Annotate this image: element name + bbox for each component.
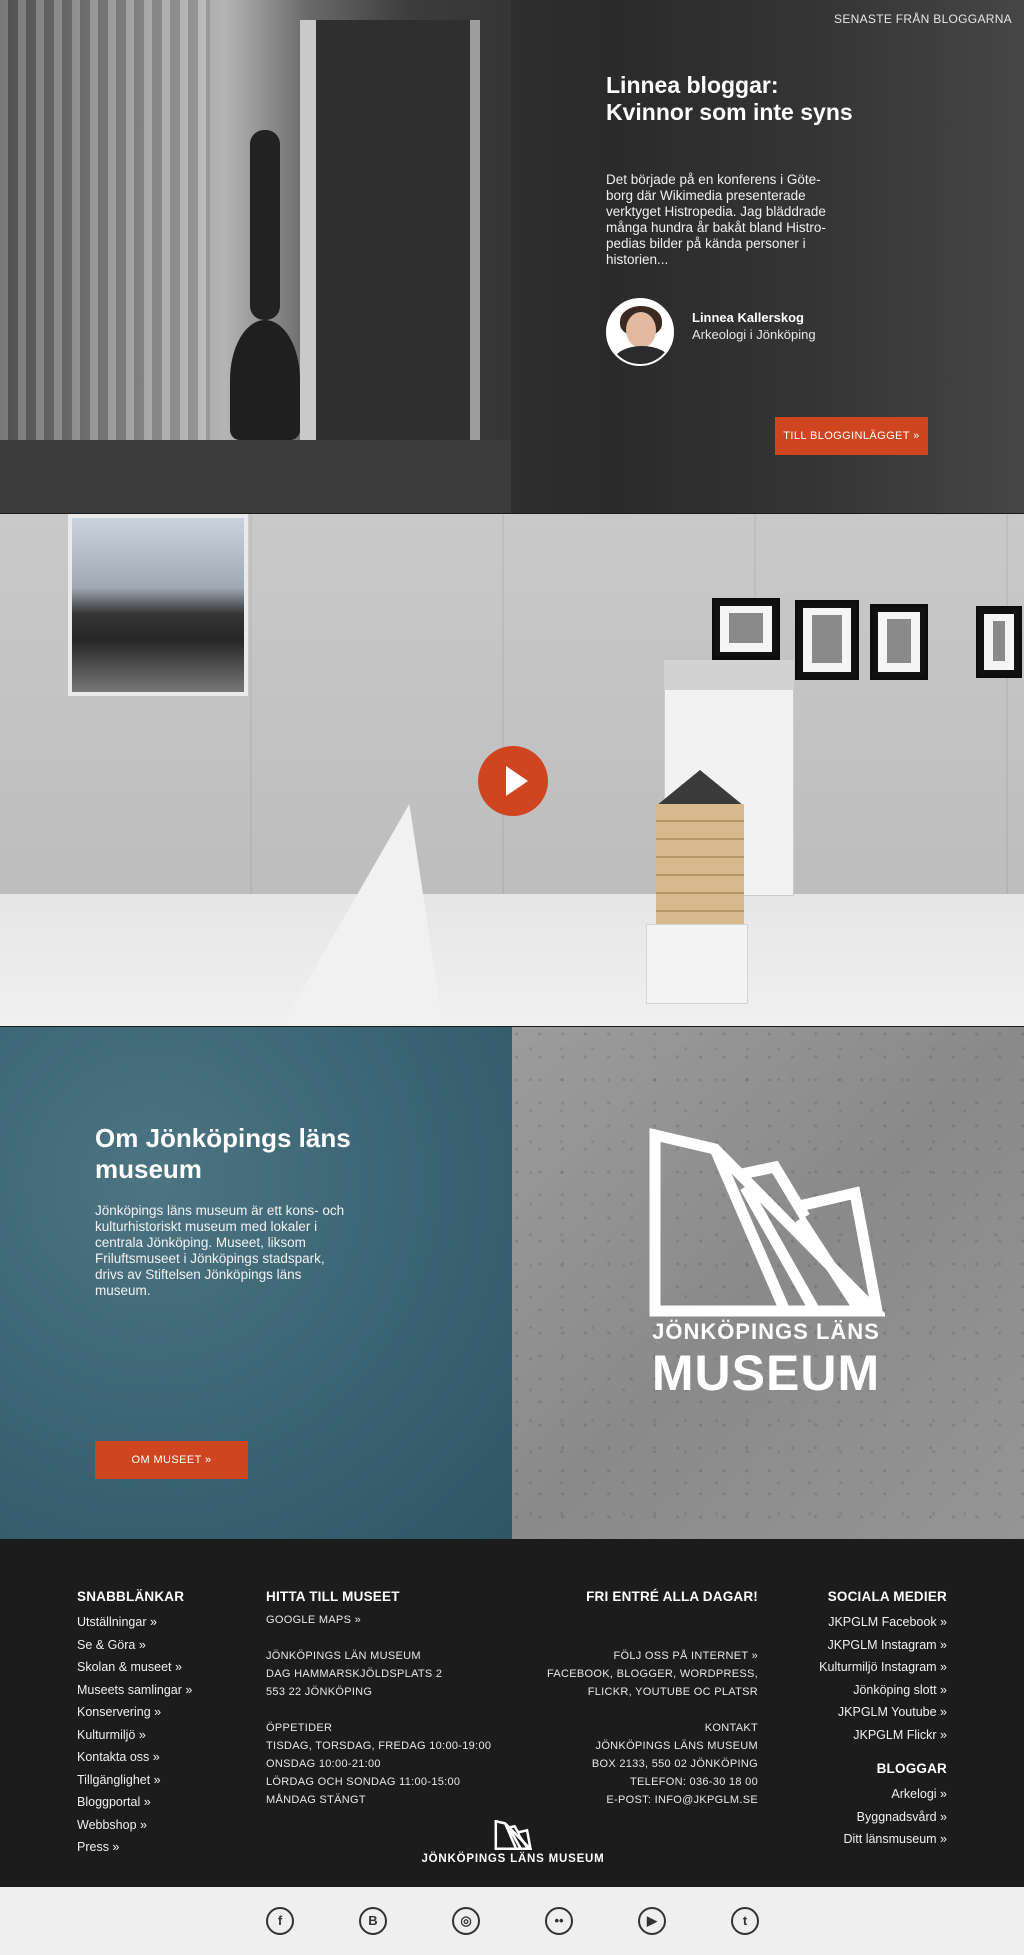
- directions-column: HITTA TILL MUSEET GOOGLE MAPS » JÖNKÖPIN…: [266, 1589, 491, 1809]
- footer: SNABBLÄNKAR Utställningar » Se & Göra » …: [0, 1539, 1024, 1887]
- logo-text-line2: MUSEUM: [651, 1345, 881, 1401]
- about-museum-button[interactable]: OM MUSEET »: [95, 1441, 248, 1479]
- contact-email[interactable]: E-POST: INFO@JKPGLM.SE: [547, 1791, 758, 1809]
- tumblr-icon[interactable]: t: [731, 1907, 759, 1935]
- hours-line: ONSDAG 10:00-21:00: [266, 1758, 381, 1770]
- background-photo-floor: [0, 440, 512, 513]
- blog-kicker: SENASTE FRÅN BLOGGARNA: [834, 12, 1012, 26]
- social-heading: SOCIALA MEDIER: [827, 1589, 947, 1604]
- youtube-icon[interactable]: ▶: [638, 1907, 666, 1935]
- quicklink[interactable]: Skolan & museet »: [77, 1656, 192, 1679]
- video-still-painting: [68, 514, 248, 696]
- author-role: Arkeologi i Jönköping: [692, 327, 816, 342]
- social-column: SOCIALA MEDIER JKPGLM Facebook » JKPGLM …: [819, 1589, 947, 1851]
- play-icon[interactable]: [478, 746, 548, 816]
- social-link[interactable]: JKPGLM Flickr »: [819, 1724, 947, 1747]
- google-maps-link[interactable]: GOOGLE MAPS »: [266, 1611, 491, 1629]
- blog-title[interactable]: Linnea bloggar: Kvinnor som inte syns: [606, 72, 866, 126]
- author-name: Linnea Kallerskog: [692, 310, 804, 325]
- social-link[interactable]: Kulturmiljö Instagram »: [819, 1656, 947, 1679]
- video-still-plinth: [646, 924, 748, 1004]
- blog-link[interactable]: Arkelogi »: [819, 1783, 947, 1806]
- hours-line: LÖRDAG OCH SONDAG 11:00-15:00: [266, 1776, 461, 1788]
- blogger-icon[interactable]: B: [359, 1907, 387, 1935]
- entry-column: FRI ENTRÉ ALLA DAGAR! FÖLJ OSS PÅ INTERN…: [547, 1589, 758, 1809]
- follow-line: FLICKR, YOUTUBE OC PLATSR: [587, 1686, 758, 1698]
- quicklink[interactable]: Kontakta oss »: [77, 1746, 192, 1769]
- about-section: Om Jönköpings läns museum Jönköpings län…: [0, 1027, 1024, 1539]
- address-line: DAG HAMMARSKJÖLDSPLATS 2: [266, 1668, 443, 1680]
- video-still-frame: [795, 600, 859, 680]
- blog-hero: SENASTE FRÅN BLOGGARNA Linnea bloggar: K…: [0, 0, 1024, 513]
- blog-link[interactable]: Byggnadsvård »: [819, 1806, 947, 1829]
- address-line: JÖNKÖPINGS LÄN MUSEUM: [266, 1650, 421, 1662]
- background-photo-statue: [250, 130, 280, 320]
- blogs-heading: BLOGGAR: [876, 1761, 947, 1776]
- directions-heading: HITTA TILL MUSEET: [266, 1589, 400, 1604]
- hours-line: TISDAG, TORSDAG, FREDAG 10:00-19:00: [266, 1740, 492, 1752]
- quicklink[interactable]: Konservering »: [77, 1701, 192, 1724]
- background-photo-doorway: [300, 20, 480, 440]
- author-avatar: [606, 298, 674, 366]
- video-still-floor: [0, 894, 1024, 1026]
- quicklink[interactable]: Museets samlingar »: [77, 1679, 192, 1702]
- background-photo-pedestal: [230, 320, 300, 440]
- video-still-frame: [976, 606, 1022, 678]
- contact-line: KONTAKT: [704, 1722, 758, 1734]
- social-link[interactable]: Jönköping slott »: [819, 1679, 947, 1702]
- follow-line: FACEBOOK, BLOGGER, WORDPRESS,: [546, 1668, 758, 1680]
- footer-logo-icon: [494, 1820, 532, 1850]
- quicklink[interactable]: Utställningar »: [77, 1611, 192, 1634]
- quicklink[interactable]: Kulturmiljö »: [77, 1724, 192, 1747]
- logo-text-line1: JÖNKÖPINGS LÄNS: [652, 1319, 880, 1344]
- entry-heading: FRI ENTRÉ ALLA DAGAR!: [586, 1589, 758, 1604]
- video-still-frame: [712, 598, 780, 660]
- social-link[interactable]: JKPGLM Youtube »: [819, 1701, 947, 1724]
- quicklink[interactable]: Webbshop »: [77, 1814, 192, 1837]
- background-photo-curtain: [0, 0, 210, 513]
- read-blog-post-button[interactable]: TILL BLOGGINLÄGGET »: [775, 417, 928, 455]
- video-still-wood-blocks: [656, 804, 744, 926]
- blog-excerpt: Det började på en konferens i Göte-borg …: [606, 172, 826, 267]
- footer-logo[interactable]: JÖNKÖPINGS LÄNS MUSEUM: [419, 1820, 607, 1865]
- quicklinks-column: SNABBLÄNKAR Utställningar » Se & Göra » …: [77, 1589, 192, 1859]
- social-bar: f B ◎ •• ▶ t: [0, 1887, 1024, 1955]
- video-still-sculpture-roof: [656, 770, 744, 806]
- instagram-icon[interactable]: ◎: [452, 1907, 480, 1935]
- about-title: Om Jönköpings läns museum: [95, 1123, 351, 1184]
- contact-line: JÖNKÖPINGS LÄNS MUSEUM: [595, 1740, 758, 1752]
- quicklinks-heading: SNABBLÄNKAR: [77, 1589, 185, 1604]
- museum-logo-icon: [649, 1128, 885, 1317]
- footer-logo-text: JÖNKÖPINGS LÄNS MUSEUM: [421, 1853, 605, 1865]
- follow-us-link[interactable]: FÖLJ OSS PÅ INTERNET »: [547, 1647, 758, 1665]
- about-text: Jönköpings läns museum är ett kons- och …: [95, 1203, 345, 1298]
- address-line: 553 22 JÖNKÖPING: [266, 1686, 373, 1698]
- hours-line: MÅNDAG STÄNGT: [266, 1794, 366, 1806]
- quicklink[interactable]: Bloggportal »: [77, 1791, 192, 1814]
- video-still-frame: [870, 604, 928, 680]
- facebook-icon[interactable]: f: [266, 1907, 294, 1935]
- social-link[interactable]: JKPGLM Instagram »: [819, 1634, 948, 1657]
- quicklink[interactable]: Tillgänglighet »: [77, 1769, 192, 1792]
- video-player[interactable]: [0, 514, 1024, 1026]
- quicklink[interactable]: Press »: [77, 1836, 192, 1859]
- blog-link[interactable]: Ditt länsmuseum »: [819, 1828, 947, 1851]
- hours-line: ÖPPETIDER: [266, 1722, 333, 1734]
- contact-line: TELEFON: 036-30 18 00: [630, 1776, 758, 1788]
- flickr-icon[interactable]: ••: [545, 1907, 573, 1935]
- social-link[interactable]: JKPGLM Facebook »: [819, 1611, 947, 1634]
- quicklink[interactable]: Se & Göra »: [77, 1634, 192, 1657]
- contact-line: BOX 2133, 550 02 JÖNKÖPING: [591, 1758, 758, 1770]
